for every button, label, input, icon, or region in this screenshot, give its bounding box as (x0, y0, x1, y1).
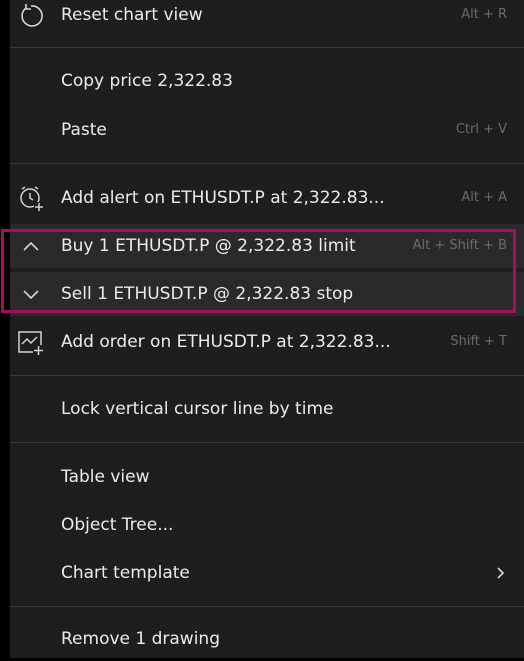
menu-item-add-order[interactable]: Add order on ETHUSDT.P at 2,322.83... Sh… (10, 320, 524, 364)
chart-order-plus-icon (17, 328, 45, 356)
menu-item-shortcut: Alt + R (461, 7, 507, 22)
menu-item-paste[interactable]: Paste Ctrl + V (10, 108, 524, 152)
menu-item-label: Add alert on ETHUSDT.P at 2,322.83... (61, 188, 385, 208)
menu-item-chart-template[interactable]: Chart template (10, 551, 524, 595)
menu-item-object-tree[interactable]: Object Tree... (10, 503, 524, 547)
menu-separator (10, 375, 524, 376)
menu-item-label: Buy 1 ETHUSDT.P @ 2,322.83 limit (61, 236, 356, 256)
chevron-up-icon (17, 232, 45, 260)
chevron-down-icon (17, 280, 45, 308)
menu-item-lock-vertical-cursor[interactable]: Lock vertical cursor line by time (10, 387, 524, 431)
menu-item-label: Remove 1 drawing (61, 629, 221, 649)
menu-item-buy-limit[interactable]: Buy 1 ETHUSDT.P @ 2,322.83 limit Alt + S… (10, 224, 524, 268)
menu-separator (10, 163, 524, 164)
menu-item-shortcut: Ctrl + V (455, 122, 507, 137)
context-menu: Reset chart view Alt + R Copy price 2,32… (10, 0, 524, 658)
reset-icon (17, 1, 45, 29)
menu-item-reset-chart-view[interactable]: Reset chart view Alt + R (10, 0, 524, 37)
menu-item-remove-drawing[interactable]: Remove 1 drawing (10, 617, 524, 661)
menu-item-label: Chart template (61, 563, 190, 583)
menu-item-shortcut: Alt + A (461, 190, 507, 205)
alarm-clock-plus-icon (17, 184, 45, 212)
menu-item-add-alert[interactable]: Add alert on ETHUSDT.P at 2,322.83... Al… (10, 176, 524, 220)
menu-item-label: Table view (61, 467, 150, 487)
menu-separator (10, 442, 524, 443)
menu-item-label: Reset chart view (61, 5, 203, 25)
menu-separator (10, 606, 524, 607)
menu-item-label: Lock vertical cursor line by time (61, 399, 334, 419)
menu-separator (10, 47, 524, 48)
menu-item-label: Add order on ETHUSDT.P at 2,322.83... (61, 332, 391, 352)
menu-item-label: Object Tree... (61, 515, 174, 535)
menu-item-table-view[interactable]: Table view (10, 455, 524, 499)
menu-item-copy-price[interactable]: Copy price 2,322.83 (10, 59, 524, 103)
menu-item-shortcut: Shift + T (450, 334, 507, 349)
chevron-right-icon (494, 551, 508, 595)
menu-item-sell-stop[interactable]: Sell 1 ETHUSDT.P @ 2,322.83 stop (10, 272, 524, 316)
menu-item-label: Sell 1 ETHUSDT.P @ 2,322.83 stop (61, 284, 354, 304)
menu-item-shortcut: Alt + Shift + B (412, 238, 507, 253)
menu-item-label: Paste (61, 120, 107, 140)
menu-item-label: Copy price 2,322.83 (61, 71, 233, 91)
